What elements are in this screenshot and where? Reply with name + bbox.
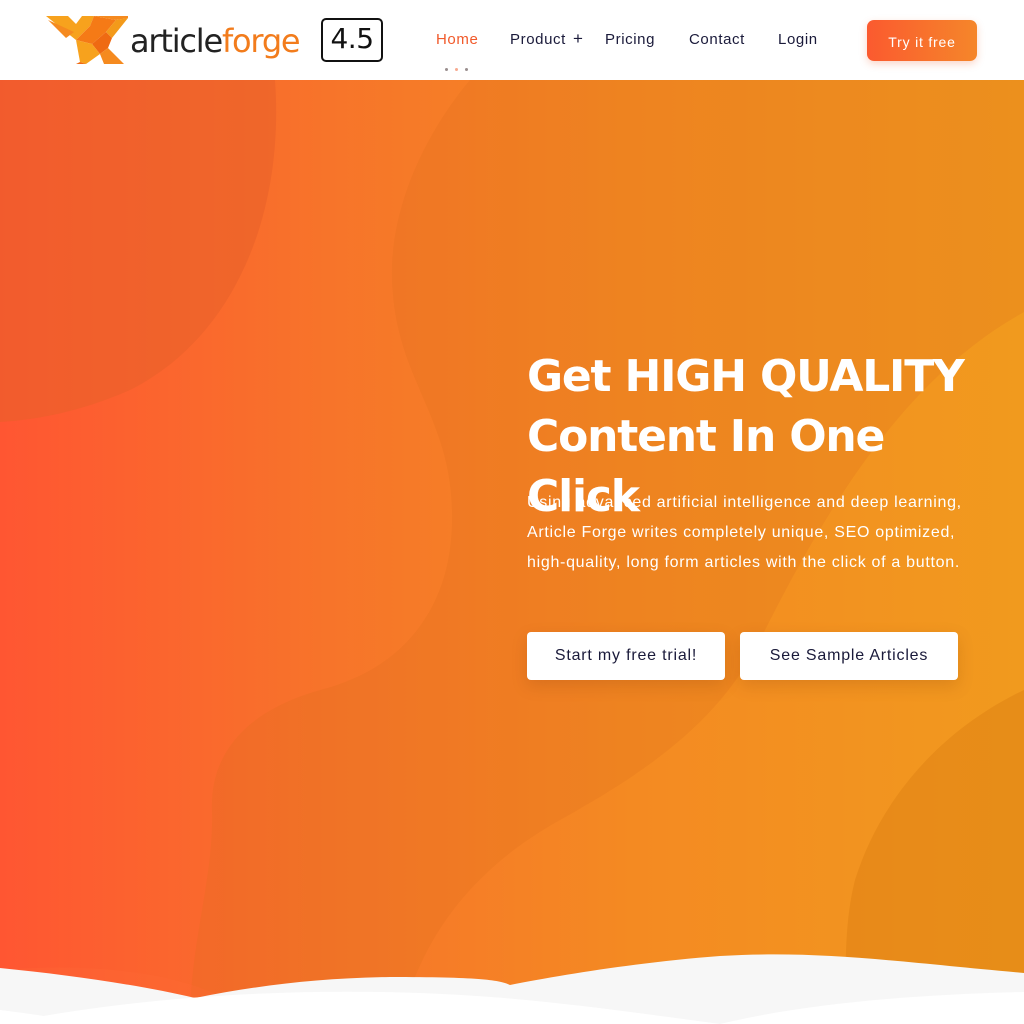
- nav-home-link[interactable]: Home: [436, 30, 478, 50]
- hero-section: Get HIGH QUALITY Content In One Click Us…: [0, 80, 1024, 1024]
- hero-headline-line-1: Get HIGH QUALITY: [527, 351, 965, 402]
- logo-wordmark: articleforge: [130, 22, 301, 60]
- active-indicator-dots: [445, 68, 471, 72]
- logo-word-forge: forge: [221, 22, 301, 60]
- active-dot: [445, 68, 448, 71]
- articleforge-logo[interactable]: articleforge 4.5: [46, 14, 386, 66]
- active-dot: [465, 68, 468, 71]
- plus-icon[interactable]: +: [573, 28, 583, 50]
- origami-fox-anvil-icon: [46, 16, 128, 64]
- nav-product-link[interactable]: Product: [510, 30, 566, 50]
- active-dot: [455, 68, 458, 71]
- logo-version-badge: 4.5: [321, 18, 383, 62]
- logo-word-article: article: [130, 22, 223, 60]
- nav-contact-link[interactable]: Contact: [689, 30, 745, 50]
- hero-description: Using advanced artificial intelligence a…: [527, 494, 962, 571]
- top-navbar: articleforge 4.5 Home Product + Pricing …: [0, 0, 1024, 80]
- try-it-free-button[interactable]: Try it free: [867, 20, 977, 61]
- start-free-trial-button[interactable]: Start my free trial!: [527, 632, 725, 680]
- nav-pricing-link[interactable]: Pricing: [605, 30, 655, 50]
- nav-login-link[interactable]: Login: [778, 30, 818, 50]
- see-sample-articles-button[interactable]: See Sample Articles: [740, 632, 958, 680]
